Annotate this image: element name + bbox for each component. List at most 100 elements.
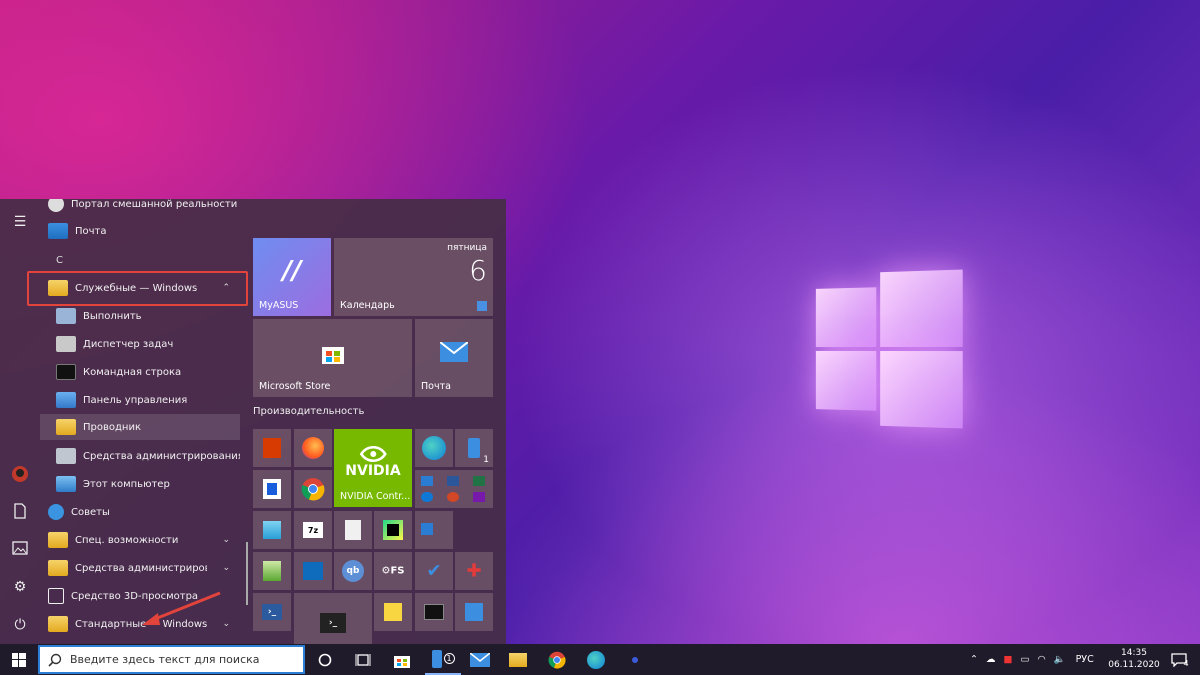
tile-qbittorrent[interactable]: qb [334, 552, 372, 590]
powerpoint-icon [447, 492, 459, 502]
tile-chrome[interactable] [294, 470, 332, 508]
wifi-icon[interactable]: ◠ [1037, 654, 1045, 665]
pycharm-icon [383, 520, 403, 540]
chrome-icon [301, 477, 325, 501]
tile-microsoft-store[interactable]: Microsoft Store [253, 319, 412, 397]
cortana-button[interactable] [309, 644, 341, 675]
chrome-icon [548, 651, 566, 669]
tile-pycharm[interactable] [374, 511, 412, 549]
app-mail[interactable]: Почта [40, 218, 240, 244]
settings-gear-icon[interactable]: ⚙ [11, 578, 29, 596]
app-command-prompt[interactable]: Командная строка [40, 359, 240, 385]
tile-calendar[interactable]: пятница 6 Календарь [334, 238, 493, 316]
letter-header[interactable]: С [56, 255, 63, 266]
outlook-icon [303, 562, 323, 580]
control-panel-icon [56, 392, 76, 408]
hamburger-menu-icon[interactable]: ☰ [11, 213, 29, 231]
sway-icon [421, 523, 433, 535]
tile-myasus[interactable]: // MyASUS [253, 238, 331, 316]
task-view-button[interactable] [347, 644, 379, 675]
annotation-arrow [142, 591, 221, 625]
app-tips[interactable]: Советы [40, 499, 240, 525]
scrollbar[interactable] [246, 542, 248, 605]
admin-tools-icon [56, 448, 76, 464]
sticky-note-icon [384, 603, 402, 621]
tile-office[interactable] [253, 429, 291, 467]
taskbar-phone[interactable]: 1 [425, 644, 461, 675]
app-control-panel[interactable]: Панель управления [40, 387, 240, 413]
tile-todo[interactable]: ✔ [415, 552, 453, 590]
power-icon[interactable]: ⏻ [11, 616, 29, 634]
powershell-icon: ›_ [262, 604, 282, 620]
tile-7zip[interactable]: 7z [294, 511, 332, 549]
start-rail: ☰ ⚙ ⏻ [0, 199, 40, 644]
tile-terminal[interactable]: ›_ [294, 593, 372, 644]
phone-icon [431, 649, 442, 668]
taskbar-edge[interactable] [580, 644, 612, 675]
tile-cmd[interactable] [415, 593, 453, 631]
tile-office-apps-group[interactable] [415, 470, 493, 508]
tile-network[interactable] [455, 593, 493, 631]
tile-app-blocks[interactable] [253, 511, 291, 549]
myasus-logo-icon: // [282, 255, 302, 286]
volume-icon[interactable]: 🔈 [1054, 654, 1066, 665]
taskbar-app[interactable] [619, 644, 651, 675]
folder-icon [48, 616, 68, 632]
qbittorrent-icon: qb [342, 560, 364, 582]
tile-firefox[interactable] [294, 429, 332, 467]
search-icon [48, 653, 62, 667]
start-menu: ☰ ⚙ ⏻ Портал смешанной реальности Почта … [0, 199, 506, 644]
clock[interactable]: 14:35 06.11.2020 [1108, 647, 1160, 671]
tile-photo-app[interactable] [253, 552, 291, 590]
tile-nvidia[interactable]: NVIDIA NVIDIA Contr... [334, 429, 412, 507]
taskbar-mail[interactable] [464, 644, 496, 675]
word-icon [447, 476, 459, 486]
excel-icon [473, 476, 485, 486]
cloud-icon[interactable]: ☁ [986, 654, 996, 665]
app-explorer[interactable]: Проводник [40, 414, 240, 440]
tile-paint[interactable] [334, 511, 372, 549]
firefox-icon [302, 437, 324, 459]
tile-sticky-notes[interactable] [374, 593, 412, 631]
pictures-icon[interactable] [11, 541, 29, 559]
documents-icon[interactable] [11, 503, 29, 521]
app-this-pc[interactable]: Этот компьютер [40, 471, 240, 497]
start-button[interactable] [0, 644, 38, 675]
app-accessibility-folder[interactable]: Спец. возможности ⌄ [40, 527, 240, 553]
tile-outlook[interactable] [294, 552, 332, 590]
app-task-manager[interactable]: Диспетчер задач [40, 331, 240, 357]
windows-logo [815, 269, 963, 429]
tile-mail[interactable]: Почта [415, 319, 493, 397]
chevron-up-icon[interactable]: ⌃ [970, 654, 978, 665]
cube-3d-icon [48, 588, 64, 604]
phone-icon [468, 438, 480, 458]
taskbar: Введите здесь текст для поиска 1 ⌃ ☁ ■ ▭… [0, 644, 1200, 675]
app-admin-tools-sub[interactable]: Средства администрирования Windows [40, 443, 240, 469]
tile-puzzle[interactable]: ✚ [455, 552, 493, 590]
app-mixed-reality[interactable]: Портал смешанной реальности [40, 199, 240, 217]
tile-your-phone[interactable]: 1 [455, 429, 493, 467]
tile-freefilesync[interactable]: ⚙FS [374, 552, 412, 590]
store-bag-icon [320, 339, 346, 365]
tile-skype[interactable] [415, 511, 453, 549]
checkmark-icon: ✔ [426, 560, 442, 582]
tile-bitwarden[interactable] [253, 470, 291, 508]
tile-edge[interactable] [415, 429, 453, 467]
tile-powershell[interactable]: ›_ [253, 593, 291, 631]
notification-center-button[interactable]: 4 [1164, 644, 1196, 675]
language-indicator[interactable]: РУС [1076, 654, 1094, 665]
mixed-reality-icon [48, 199, 64, 212]
user-avatar-icon[interactable] [11, 465, 29, 483]
taskbar-store[interactable] [386, 644, 418, 675]
app-admin-tools-folder[interactable]: Средства администрирования Windows ⌄ [40, 555, 240, 581]
system-tray: ⌃ ☁ ■ ▭ ◠ 🔈 РУС [966, 644, 1100, 675]
taskbar-explorer[interactable] [502, 644, 534, 675]
antivirus-icon[interactable]: ■ [1003, 654, 1012, 665]
shield-icon [263, 479, 281, 499]
search-box[interactable]: Введите здесь текст для поиска [38, 645, 305, 674]
app-run[interactable]: Выполнить [40, 303, 240, 329]
folder-icon [509, 652, 527, 667]
folder-icon [48, 560, 68, 576]
battery-icon[interactable]: ▭ [1020, 654, 1029, 665]
taskbar-chrome[interactable] [541, 644, 573, 675]
